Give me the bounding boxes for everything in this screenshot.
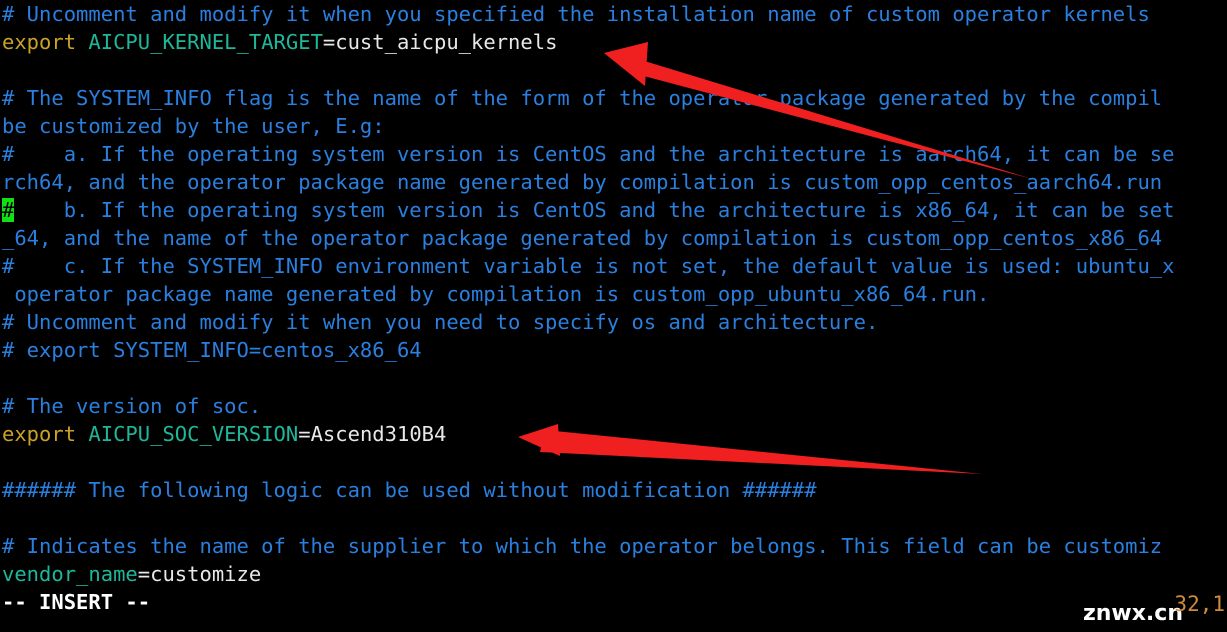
code-token-comment: # c. If the SYSTEM_INFO environment vari… xyxy=(2,254,1175,278)
editor-line[interactable] xyxy=(0,504,1227,532)
editor-line[interactable] xyxy=(0,364,1227,392)
code-token-comment: # The SYSTEM_INFO flag is the name of th… xyxy=(2,86,1163,110)
editor-line[interactable]: be customized by the user, E.g: xyxy=(0,112,1227,140)
editor-line[interactable]: export AICPU_SOC_VERSION=Ascend310B4 xyxy=(0,420,1227,448)
code-token-comment: # The version of soc. xyxy=(2,394,262,418)
editor-line[interactable] xyxy=(0,448,1227,476)
editor-line[interactable]: # Indicates the name of the supplier to … xyxy=(0,532,1227,560)
code-token-val: =Ascend310B4 xyxy=(298,422,447,446)
code-token-var: vendor_name xyxy=(2,562,138,586)
code-token-var: AICPU_SOC_VERSION xyxy=(88,422,299,446)
code-token-comment: # a. If the operating system version is … xyxy=(2,142,1175,166)
editor-line[interactable] xyxy=(0,56,1227,84)
code-token-comment: # Uncomment and modify it when you need … xyxy=(2,310,879,334)
code-token-comment: b. If the operating system version is Ce… xyxy=(14,198,1175,222)
code-token-comment: ###### The following logic can be used w… xyxy=(2,478,817,502)
code-token-comment: be customized by the user, E.g: xyxy=(2,114,385,138)
code-token-comment: # Uncomment and modify it when you speci… xyxy=(2,2,1150,26)
code-token-keyword: export xyxy=(2,422,89,446)
code-token-comment: operator package name generated by compi… xyxy=(2,282,990,306)
code-token-val: =customize xyxy=(137,562,262,586)
editor-line[interactable]: -- INSERT -- xyxy=(0,588,1227,616)
editor-line[interactable]: vendor_name=customize xyxy=(0,560,1227,588)
code-token-keyword: export xyxy=(2,30,89,54)
editor-line[interactable]: operator package name generated by compi… xyxy=(0,280,1227,308)
code-token-comment: _64, and the name of the operator packag… xyxy=(2,226,1163,250)
editor-line[interactable]: # The version of soc. xyxy=(0,392,1227,420)
editor-line[interactable]: # The SYSTEM_INFO flag is the name of th… xyxy=(0,84,1227,112)
terminal-window: # Uncomment and modify it when you speci… xyxy=(0,0,1227,632)
vim-editor-buffer[interactable]: # Uncomment and modify it when you speci… xyxy=(0,0,1227,632)
editor-line[interactable]: # b. If the operating system version is … xyxy=(0,196,1227,224)
editor-line[interactable]: # c. If the SYSTEM_INFO environment vari… xyxy=(0,252,1227,280)
text-cursor: # xyxy=(2,198,15,222)
code-token-val: =cust_aicpu_kernels xyxy=(322,30,558,54)
code-token-comment: # Indicates the name of the supplier to … xyxy=(2,534,1163,558)
code-token-status: -- INSERT -- xyxy=(2,590,151,614)
editor-line[interactable]: # Uncomment and modify it when you speci… xyxy=(0,0,1227,28)
editor-line[interactable]: # export SYSTEM_INFO=centos_x86_64 xyxy=(0,336,1227,364)
site-watermark: znwx.cn xyxy=(1082,601,1183,626)
editor-line[interactable]: export AICPU_KERNEL_TARGET=cust_aicpu_ke… xyxy=(0,28,1227,56)
editor-line[interactable]: _64, and the name of the operator packag… xyxy=(0,224,1227,252)
code-token-comment: # export SYSTEM_INFO=centos_x86_64 xyxy=(2,338,422,362)
cursor-position-indicator: 32,1 xyxy=(1174,592,1225,616)
code-token-comment: rch64, and the operator package name gen… xyxy=(2,170,1163,194)
editor-line[interactable]: # Uncomment and modify it when you need … xyxy=(0,308,1227,336)
editor-line[interactable]: rch64, and the operator package name gen… xyxy=(0,168,1227,196)
editor-line[interactable]: # a. If the operating system version is … xyxy=(0,140,1227,168)
code-token-var: AICPU_KERNEL_TARGET xyxy=(88,30,323,54)
editor-line[interactable]: ###### The following logic can be used w… xyxy=(0,476,1227,504)
